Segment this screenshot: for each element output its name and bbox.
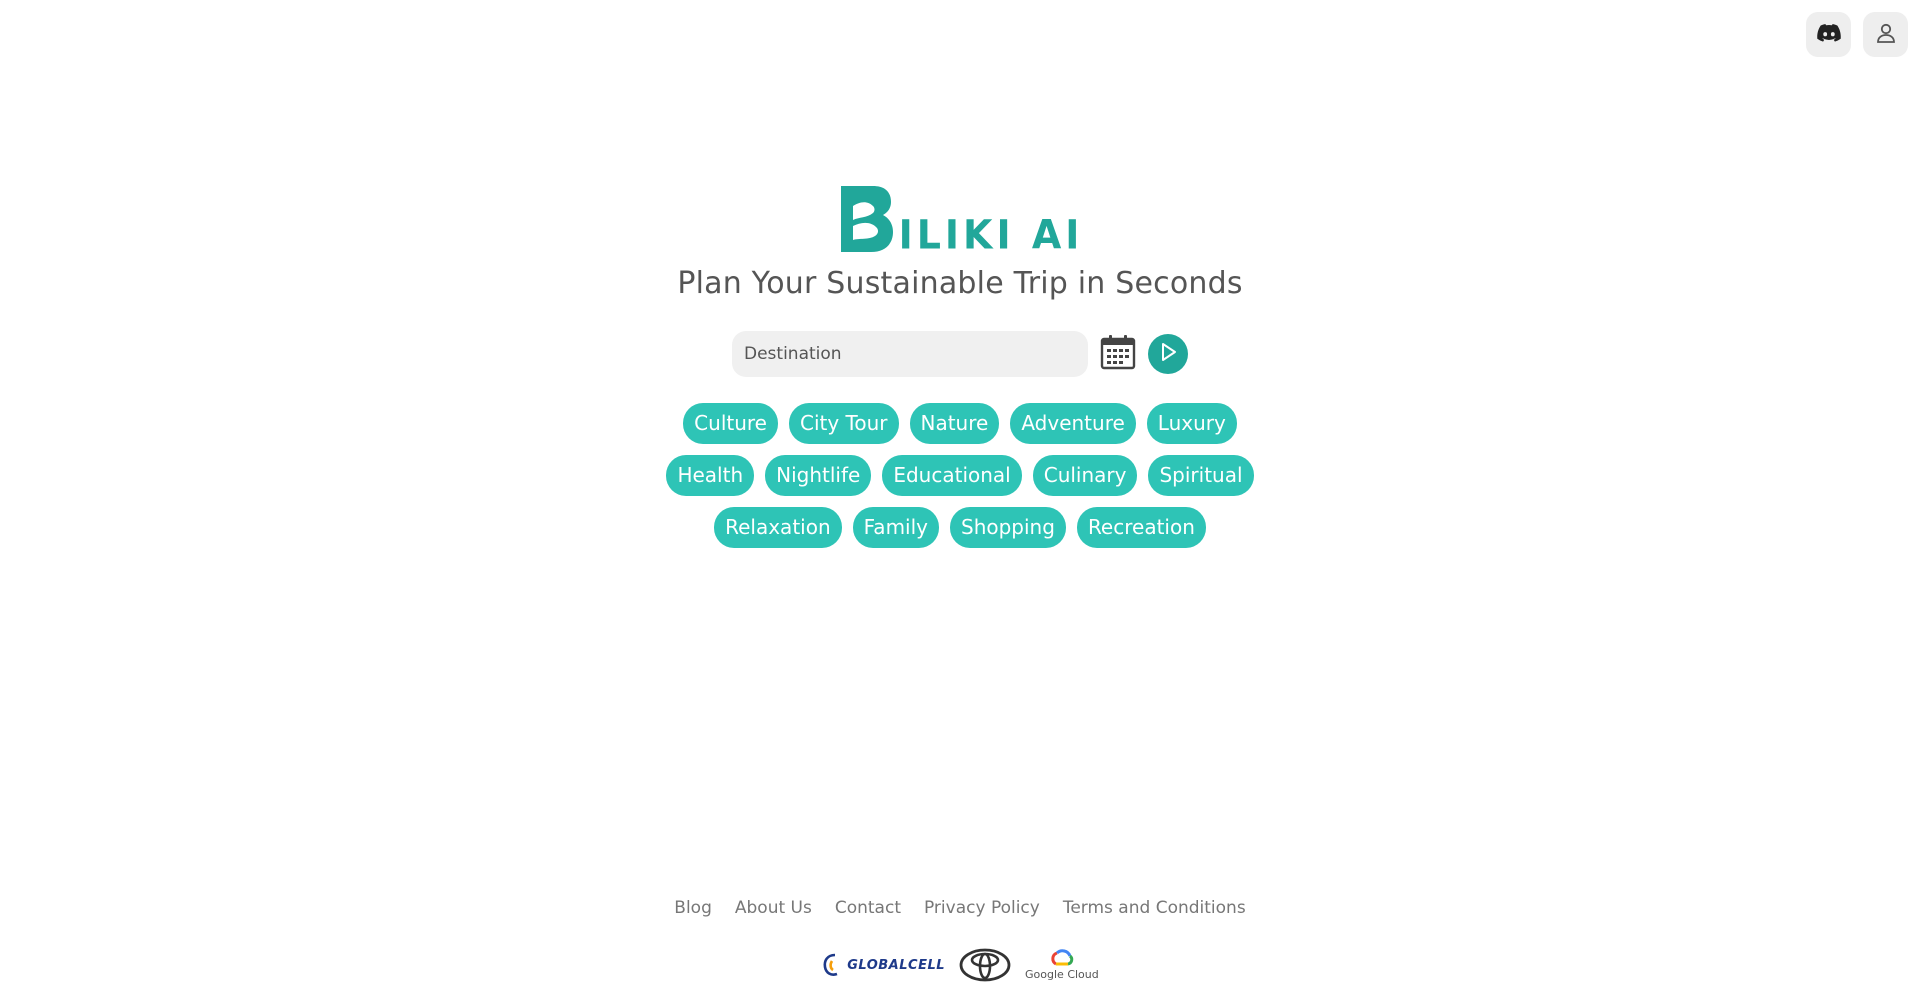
interest-tag-city-tour[interactable]: City Tour xyxy=(788,403,899,444)
interest-tag-nature[interactable]: Nature xyxy=(909,403,1000,444)
user-icon xyxy=(1874,21,1898,49)
interest-tag-shopping[interactable]: Shopping xyxy=(950,507,1066,548)
interest-tag-culinary[interactable]: Culinary xyxy=(1032,455,1138,496)
toyota-logo xyxy=(959,948,1011,982)
interest-tag-health[interactable]: Health xyxy=(666,455,755,496)
footer-link-about-us[interactable]: About Us xyxy=(735,898,812,918)
destination-input[interactable] xyxy=(732,331,1088,377)
account-button[interactable] xyxy=(1863,12,1908,57)
brand-name: ILIKI AI xyxy=(898,211,1084,259)
interest-tag-adventure[interactable]: Adventure xyxy=(1010,403,1136,444)
interest-tag-culture[interactable]: Culture xyxy=(683,403,778,444)
globalcell-wordmark: GLOBALCELL xyxy=(847,957,946,973)
interest-tag-nightlife[interactable]: Nightlife xyxy=(765,455,872,496)
globalcell-logo: GLOBALCELL xyxy=(821,952,945,978)
footer-nav: Blog About Us Contact Privacy Policy Terms a… xyxy=(0,898,1920,918)
interest-tags: Culture City Tour Nature Adventure Luxury Hea… xyxy=(650,403,1270,548)
search-bar xyxy=(732,331,1188,377)
footer-link-contact[interactable]: Contact xyxy=(835,898,901,918)
page-title: Plan Your Sustainable Trip in Seconds xyxy=(677,266,1243,301)
interest-tag-educational[interactable]: Educational xyxy=(882,455,1022,496)
interest-tag-family[interactable]: Family xyxy=(852,507,939,548)
discord-button[interactable] xyxy=(1806,12,1851,57)
google-cloud-logo: Google Cloud xyxy=(1025,949,1099,981)
discord-icon xyxy=(1816,23,1841,46)
calendar-icon xyxy=(1100,334,1136,374)
google-cloud-wordmark: Google Cloud xyxy=(1025,968,1099,981)
footer-link-blog[interactable]: Blog xyxy=(674,898,712,918)
plan-trip-button[interactable] xyxy=(1148,334,1188,374)
top-actions xyxy=(1806,12,1908,57)
brand-logo[interactable]: ILIKI AI xyxy=(837,186,1084,258)
hero-section: ILIKI AI Plan Your Sustainable Trip in S… xyxy=(0,186,1920,548)
sponsor-logos: GLOBALCELL Google Cloud xyxy=(0,948,1920,982)
interest-tag-luxury[interactable]: Luxury xyxy=(1146,403,1237,444)
interest-tag-spiritual[interactable]: Spiritual xyxy=(1148,455,1254,496)
date-picker-button[interactable] xyxy=(1098,334,1138,374)
footer-link-privacy-policy[interactable]: Privacy Policy xyxy=(924,898,1040,918)
interest-tag-relaxation[interactable]: Relaxation xyxy=(714,507,842,548)
play-icon xyxy=(1157,341,1179,367)
footer-link-terms-and-conditions[interactable]: Terms and Conditions xyxy=(1063,898,1246,918)
interest-tag-recreation[interactable]: Recreation xyxy=(1076,507,1206,548)
logo-mark-icon xyxy=(837,184,893,258)
